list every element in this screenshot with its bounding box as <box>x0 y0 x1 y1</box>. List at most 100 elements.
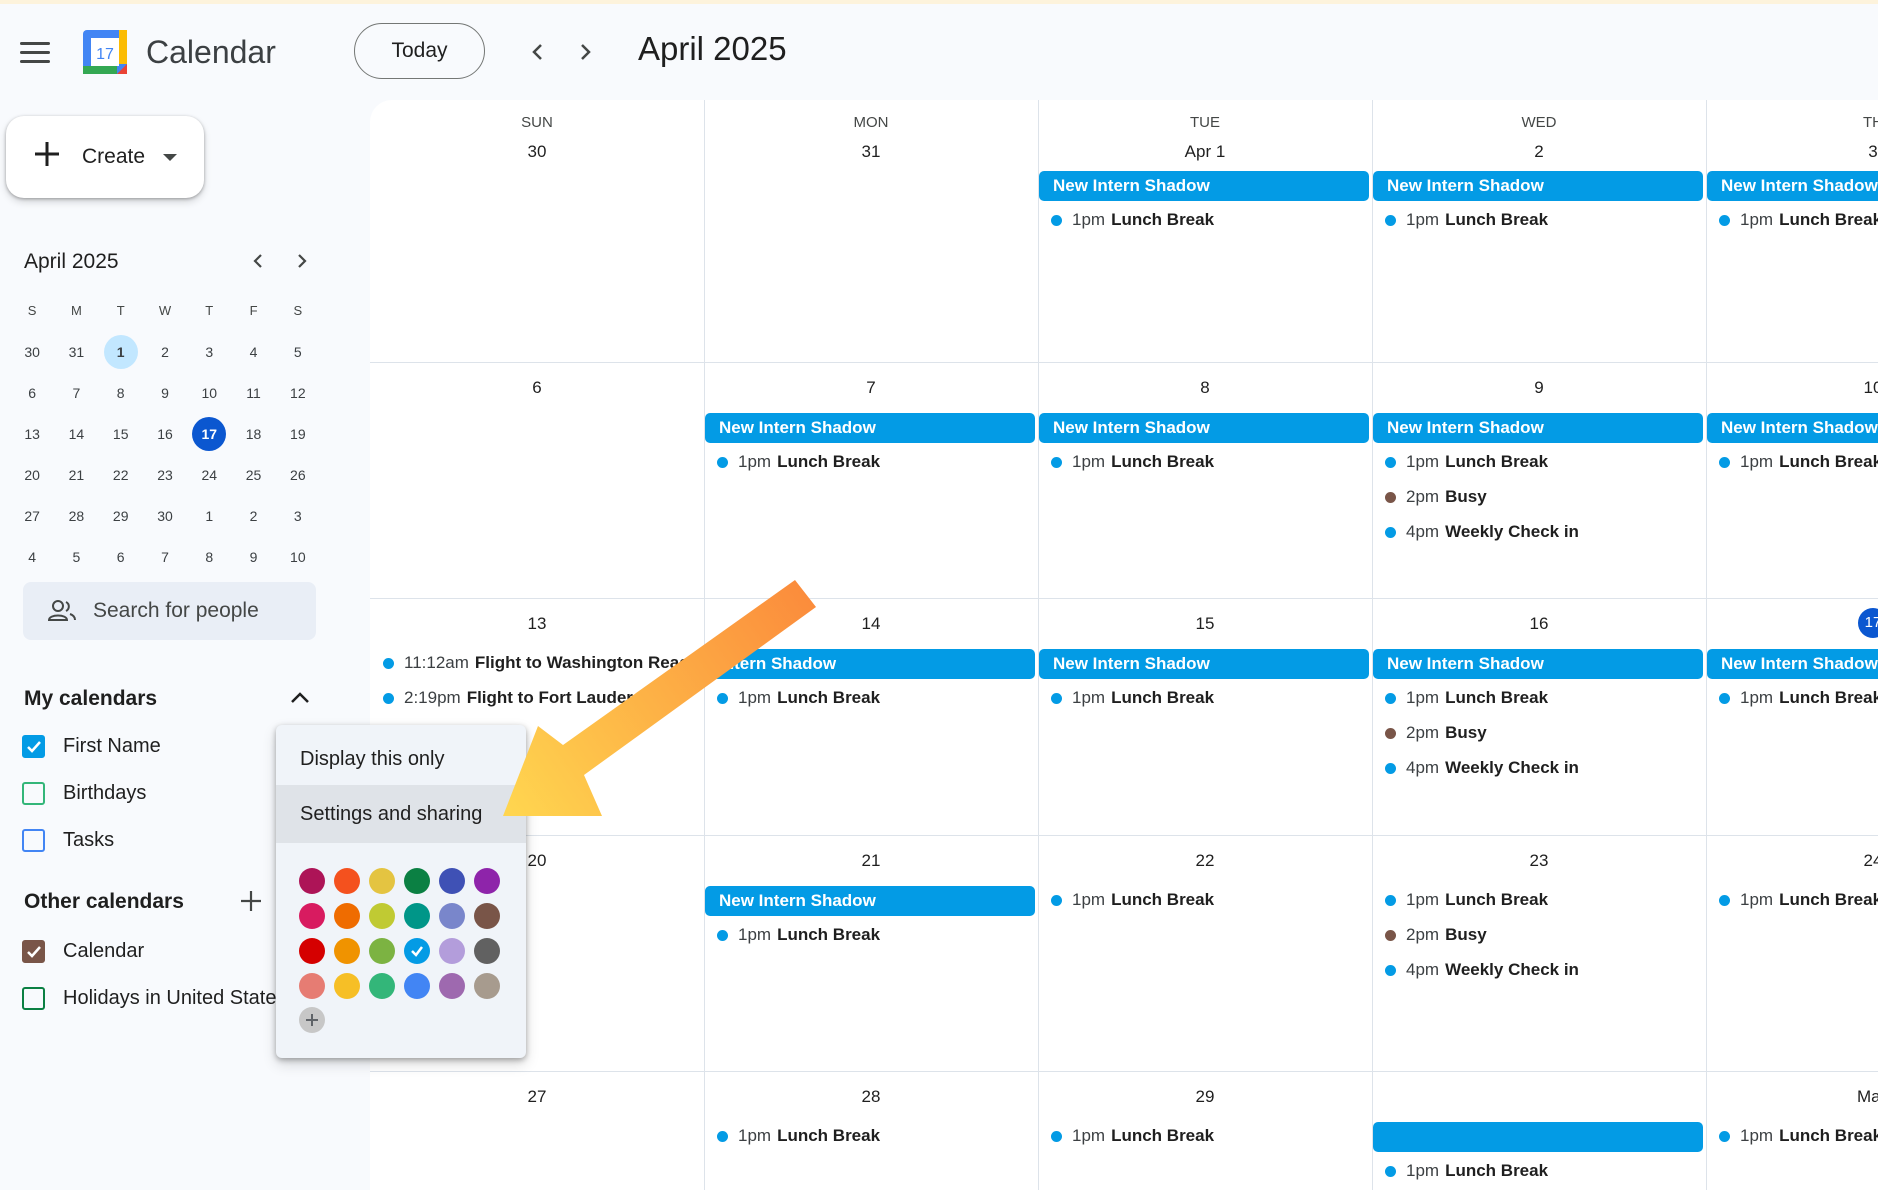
day-number[interactable]: 15 <box>1038 614 1372 634</box>
event-item[interactable]: 1pm Lunch Break <box>1051 1122 1367 1150</box>
event-item[interactable]: 1pm Lunch Break <box>1719 684 1878 712</box>
event-item[interactable]: 2pm Busy <box>1385 921 1701 949</box>
mini-day[interactable]: 1 <box>187 499 231 533</box>
event-item[interactable]: 2pm Busy <box>1385 483 1701 511</box>
day-number[interactable]: 2 <box>1372 142 1706 162</box>
color-swatch[interactable] <box>369 903 395 929</box>
mini-day[interactable]: 3 <box>187 335 231 369</box>
mini-day[interactable]: 27 <box>10 499 54 533</box>
mini-day[interactable]: 5 <box>54 540 98 574</box>
event-chip[interactable]: New Intern Shadow <box>705 413 1035 443</box>
color-swatch[interactable] <box>474 938 500 964</box>
event-item[interactable]: 4pm Weekly Check in <box>1385 754 1701 782</box>
color-swatch[interactable] <box>299 903 325 929</box>
mini-day[interactable]: 24 <box>187 458 231 492</box>
mini-day[interactable]: 2 <box>143 335 187 369</box>
color-swatch[interactable] <box>334 868 360 894</box>
event-item[interactable]: 1pm Lunch Break <box>1719 1122 1878 1150</box>
mini-day[interactable]: 13 <box>10 417 54 451</box>
event-chip[interactable] <box>1373 1122 1703 1152</box>
event-item[interactable]: 1pm Lunch Break <box>1385 1157 1701 1185</box>
color-swatch[interactable] <box>474 973 500 999</box>
add-custom-color-button[interactable] <box>299 1007 325 1033</box>
day-number[interactable]: 13 <box>370 614 704 634</box>
main-menu-icon[interactable] <box>20 42 50 66</box>
mini-day[interactable]: 8 <box>99 376 143 410</box>
event-item[interactable]: 1pm Lunch Break <box>1385 206 1701 234</box>
day-number[interactable]: 8 <box>1038 378 1372 398</box>
day-number[interactable]: 17 <box>1706 608 1878 638</box>
mini-day[interactable]: 19 <box>276 417 320 451</box>
day-number[interactable]: 22 <box>1038 851 1372 871</box>
collapse-my-calendars-button[interactable] <box>288 688 312 713</box>
mini-day[interactable]: 14 <box>54 417 98 451</box>
mini-day[interactable]: 7 <box>143 540 187 574</box>
event-chip[interactable]: New Intern Shadow <box>705 886 1035 916</box>
mini-day[interactable]: 4 <box>231 335 275 369</box>
event-chip[interactable]: New Intern Shadow <box>1373 413 1703 443</box>
mini-day[interactable]: 31 <box>54 335 98 369</box>
color-swatch[interactable] <box>439 903 465 929</box>
mini-day[interactable]: 1 <box>99 334 143 369</box>
mini-day[interactable]: 10 <box>187 376 231 410</box>
day-number[interactable]: 27 <box>370 1087 704 1107</box>
event-item[interactable]: 1pm Lunch Break <box>1385 448 1701 476</box>
event-chip[interactable]: New Intern Shadow <box>1373 649 1703 679</box>
event-item[interactable]: 1pm Lunch Break <box>1719 448 1878 476</box>
event-item[interactable]: 1pm Lunch Break <box>1051 684 1367 712</box>
event-chip[interactable]: New Intern Shadow <box>1039 413 1369 443</box>
checkbox-checked-icon[interactable] <box>22 735 45 758</box>
mini-day[interactable]: 2 <box>231 499 275 533</box>
prev-period-button[interactable] <box>520 34 556 70</box>
color-swatch[interactable] <box>404 938 430 964</box>
mini-day[interactable]: 12 <box>276 376 320 410</box>
day-number[interactable]: 16 <box>1372 614 1706 634</box>
event-item[interactable]: 1pm Lunch Break <box>1719 206 1878 234</box>
next-period-button[interactable] <box>567 34 603 70</box>
calendar-item[interactable]: Birthdays <box>22 782 146 805</box>
day-number[interactable]: 24 <box>1706 851 1878 871</box>
today-button[interactable]: Today <box>354 23 485 79</box>
mini-day[interactable]: 9 <box>143 376 187 410</box>
event-item[interactable]: 1pm Lunch Break <box>1719 886 1878 914</box>
color-swatch[interactable] <box>369 973 395 999</box>
event-chip[interactable]: New Intern Shadow <box>1039 171 1369 201</box>
mini-day[interactable]: 9 <box>231 540 275 574</box>
color-swatch[interactable] <box>439 938 465 964</box>
color-swatch[interactable] <box>334 938 360 964</box>
color-swatch[interactable] <box>439 868 465 894</box>
color-swatch[interactable] <box>404 903 430 929</box>
mini-day[interactable]: 7 <box>54 376 98 410</box>
mini-day[interactable]: 16 <box>143 417 187 451</box>
event-chip[interactable]: New Intern Shadow <box>1373 171 1703 201</box>
color-swatch[interactable] <box>334 973 360 999</box>
color-swatch[interactable] <box>404 973 430 999</box>
color-swatch[interactable] <box>439 973 465 999</box>
event-item[interactable]: 11:12am Flight to Washington Reag <box>383 649 699 677</box>
event-chip[interactable]: New Intern Shadow <box>1707 171 1878 201</box>
color-swatch[interactable] <box>404 868 430 894</box>
color-swatch[interactable] <box>299 938 325 964</box>
event-item[interactable]: 2:19pm Flight to Fort Lauder <box>383 684 699 712</box>
color-swatch[interactable] <box>474 903 500 929</box>
mini-day[interactable]: 10 <box>276 540 320 574</box>
event-item[interactable]: 1pm Lunch Break <box>717 684 1033 712</box>
search-people-field[interactable]: Search for people <box>23 582 316 640</box>
checkbox-icon[interactable] <box>22 782 45 805</box>
event-item[interactable]: 1pm Lunch Break <box>717 448 1033 476</box>
day-number[interactable]: 28 <box>704 1087 1038 1107</box>
checkbox-checked-icon[interactable] <box>22 940 45 963</box>
day-number[interactable]: 6 <box>370 378 704 398</box>
mini-day[interactable]: 30 <box>143 499 187 533</box>
event-item[interactable]: 1pm Lunch Break <box>1051 206 1367 234</box>
day-number[interactable]: May <box>1706 1087 1878 1107</box>
event-chip[interactable]: New Intern Shadow <box>1039 649 1369 679</box>
mini-day[interactable]: 15 <box>99 417 143 451</box>
mini-day[interactable]: 20 <box>10 458 54 492</box>
day-number[interactable]: 23 <box>1372 851 1706 871</box>
mini-day[interactable]: 6 <box>99 540 143 574</box>
event-chip[interactable]: Intern Shadow <box>705 649 1035 679</box>
event-item[interactable]: 4pm Weekly Check in <box>1385 518 1701 546</box>
calendar-item[interactable]: First Name <box>22 735 161 758</box>
event-item[interactable]: 1pm Lunch Break <box>1385 886 1701 914</box>
